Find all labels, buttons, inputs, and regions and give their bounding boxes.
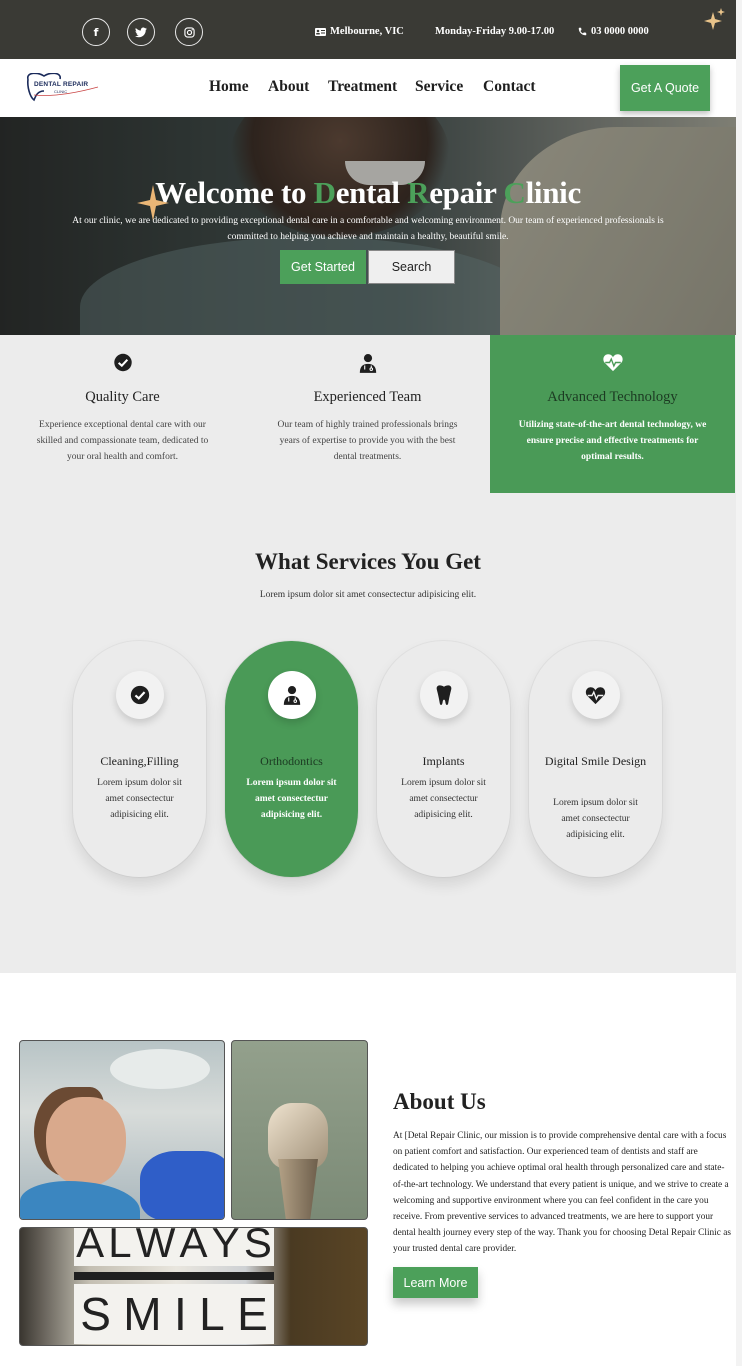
id-card-icon	[315, 27, 326, 36]
hero-title: Welcome to Dental Repair Clinic	[0, 175, 736, 211]
phone-icon	[578, 27, 587, 36]
lightbox-letter: Y	[211, 1227, 240, 1266]
get-started-button[interactable]: Get Started	[280, 250, 366, 284]
service-icon-circle	[115, 671, 164, 719]
feature-description: Our team of highly trained professionals…	[277, 420, 458, 462]
lightbox-divider	[74, 1272, 274, 1280]
instagram-icon[interactable]	[175, 18, 203, 46]
hero-title-part: Welcome to	[155, 175, 314, 210]
check-circle-icon	[130, 685, 149, 705]
tooth-logo-icon	[27, 72, 99, 102]
hours-text: Monday-Friday 9.00-17.00	[435, 26, 555, 37]
hero-section: Welcome to Dental Repair Clinic At our c…	[0, 117, 736, 335]
phone-info[interactable]: 03 0000 0000	[578, 26, 649, 37]
service-card-implants[interactable]: Implants Lorem ipsum dolor sit amet cons…	[377, 641, 510, 877]
photo-lamp	[110, 1049, 210, 1089]
nav-treatment[interactable]: Treatment	[328, 78, 397, 96]
nav-contact[interactable]: Contact	[483, 78, 536, 96]
lightbox-letter: A	[179, 1227, 208, 1266]
service-card-orthodontics[interactable]: Orthodontics Lorem ipsum dolor sit amet …	[225, 641, 358, 877]
lightbox-letter: S	[80, 1288, 111, 1340]
photo-face	[46, 1097, 126, 1187]
features-section: Quality Care Experience exceptional dent…	[0, 335, 736, 973]
feature-quality-care: Quality Care Experience exceptional dent…	[0, 335, 245, 493]
service-title: Digital Smile Design	[544, 754, 647, 768]
feature-description: Utilizing state-of-the-art dental techno…	[518, 420, 707, 462]
service-description: Lorem ipsum dolor sit amet consectectur …	[246, 778, 337, 820]
service-title: Cleaning,Filling	[100, 754, 179, 768]
twitter-icon[interactable]	[127, 18, 155, 46]
search-button[interactable]: Search	[368, 250, 455, 284]
hero-title-accent: R	[407, 175, 430, 210]
photo-chair	[20, 1181, 140, 1219]
heartbeat-icon	[602, 354, 623, 372]
services-title: What Services You Get	[255, 549, 481, 574]
logo-subtext: CLINIC	[54, 89, 68, 94]
service-card-cleaning[interactable]: Cleaning,Filling Lorem ipsum dolor sit a…	[73, 641, 206, 877]
services-subtitle: Lorem ipsum dolor sit amet consectectur …	[259, 590, 477, 600]
hero-description: At our clinic, we are dedicated to provi…	[72, 216, 664, 242]
location-info: Melbourne, VIC	[315, 26, 404, 37]
lightbox-row: S M I L E	[74, 1284, 274, 1344]
tooth-icon	[436, 684, 451, 705]
about-photo-patient	[19, 1040, 225, 1220]
hero-title-accent: D	[313, 175, 336, 210]
main-nav: DENTAL REPAIR CLINIC Home About Treatmen…	[0, 59, 736, 117]
facebook-icon[interactable]: f	[82, 18, 110, 46]
hero-title-accent: C	[503, 175, 526, 210]
nav-home[interactable]: Home	[209, 78, 249, 96]
feature-description: Experience exceptional dental care with …	[36, 420, 209, 462]
lightbox-letter: I	[173, 1288, 187, 1340]
lightbox-letter: A	[76, 1227, 105, 1266]
hero-title-part: linic	[525, 175, 582, 210]
service-description: Lorem ipsum dolor sit amet consectectur …	[401, 778, 486, 820]
hero-title-part: ental	[335, 175, 408, 210]
feature-title: Experienced Team	[313, 389, 422, 405]
phone-text: 03 0000 0000	[591, 26, 649, 37]
check-circle-icon	[113, 353, 132, 372]
lightbox-letter: L	[108, 1227, 132, 1266]
photo-glove	[140, 1151, 224, 1219]
page-edge	[736, 0, 742, 1366]
logo-text: DENTAL REPAIR	[34, 81, 89, 88]
service-title: Orthodontics	[260, 754, 323, 768]
location-text: Melbourne, VIC	[330, 26, 404, 37]
service-card-digital-smile[interactable]: Digital Smile Design Lorem ipsum dolor s…	[529, 641, 662, 877]
about-photo-tooth-model	[231, 1040, 368, 1220]
photo-tooth-root	[278, 1159, 318, 1219]
lightbox-letter: W	[135, 1227, 176, 1266]
lightbox-letter: M	[123, 1288, 162, 1340]
get-a-quote-button[interactable]: Get A Quote	[620, 65, 710, 111]
service-description: Lorem ipsum dolor sit amet consectectur …	[97, 778, 182, 820]
heartbeat-icon	[585, 686, 606, 704]
lightbox-row: A L W A Y S	[74, 1227, 274, 1266]
service-icon-circle	[571, 671, 620, 719]
top-bar: f Melbourne, VIC Monday-Friday 9.00-17.0…	[0, 0, 736, 59]
about-text: At [Detal Repair Clinic, our mission is …	[393, 1131, 731, 1255]
feature-advanced-technology: Advanced Technology Utilizing state-of-t…	[490, 335, 735, 493]
service-title: Implants	[422, 754, 465, 768]
about-title: About Us	[393, 1089, 486, 1114]
service-icon-circle	[419, 671, 468, 719]
doctor-icon	[283, 686, 300, 705]
hero-title-part: epair	[429, 175, 504, 210]
about-photo-lightbox: A L W A Y S S M I L E	[19, 1227, 368, 1346]
lightbox-letter: S	[243, 1227, 272, 1266]
service-icon-circle	[267, 671, 316, 719]
hours-info: Monday-Friday 9.00-17.00	[435, 26, 554, 37]
sparkle-icon	[704, 8, 725, 30]
feature-experienced-team: Experienced Team Our team of highly trai…	[245, 335, 490, 493]
lightbox-letter: L	[199, 1288, 225, 1340]
feature-title: Quality Care	[85, 389, 160, 405]
nav-service[interactable]: Service	[415, 78, 463, 96]
feature-title: Advanced Technology	[547, 389, 678, 405]
doctor-icon	[359, 354, 376, 373]
logo[interactable]: DENTAL REPAIR CLINIC	[24, 72, 100, 103]
service-description: Lorem ipsum dolor sit amet consectectur …	[553, 798, 638, 840]
lightbox-letter: E	[237, 1288, 268, 1340]
learn-more-button[interactable]: Learn More	[393, 1267, 478, 1298]
nav-about[interactable]: About	[268, 78, 309, 96]
